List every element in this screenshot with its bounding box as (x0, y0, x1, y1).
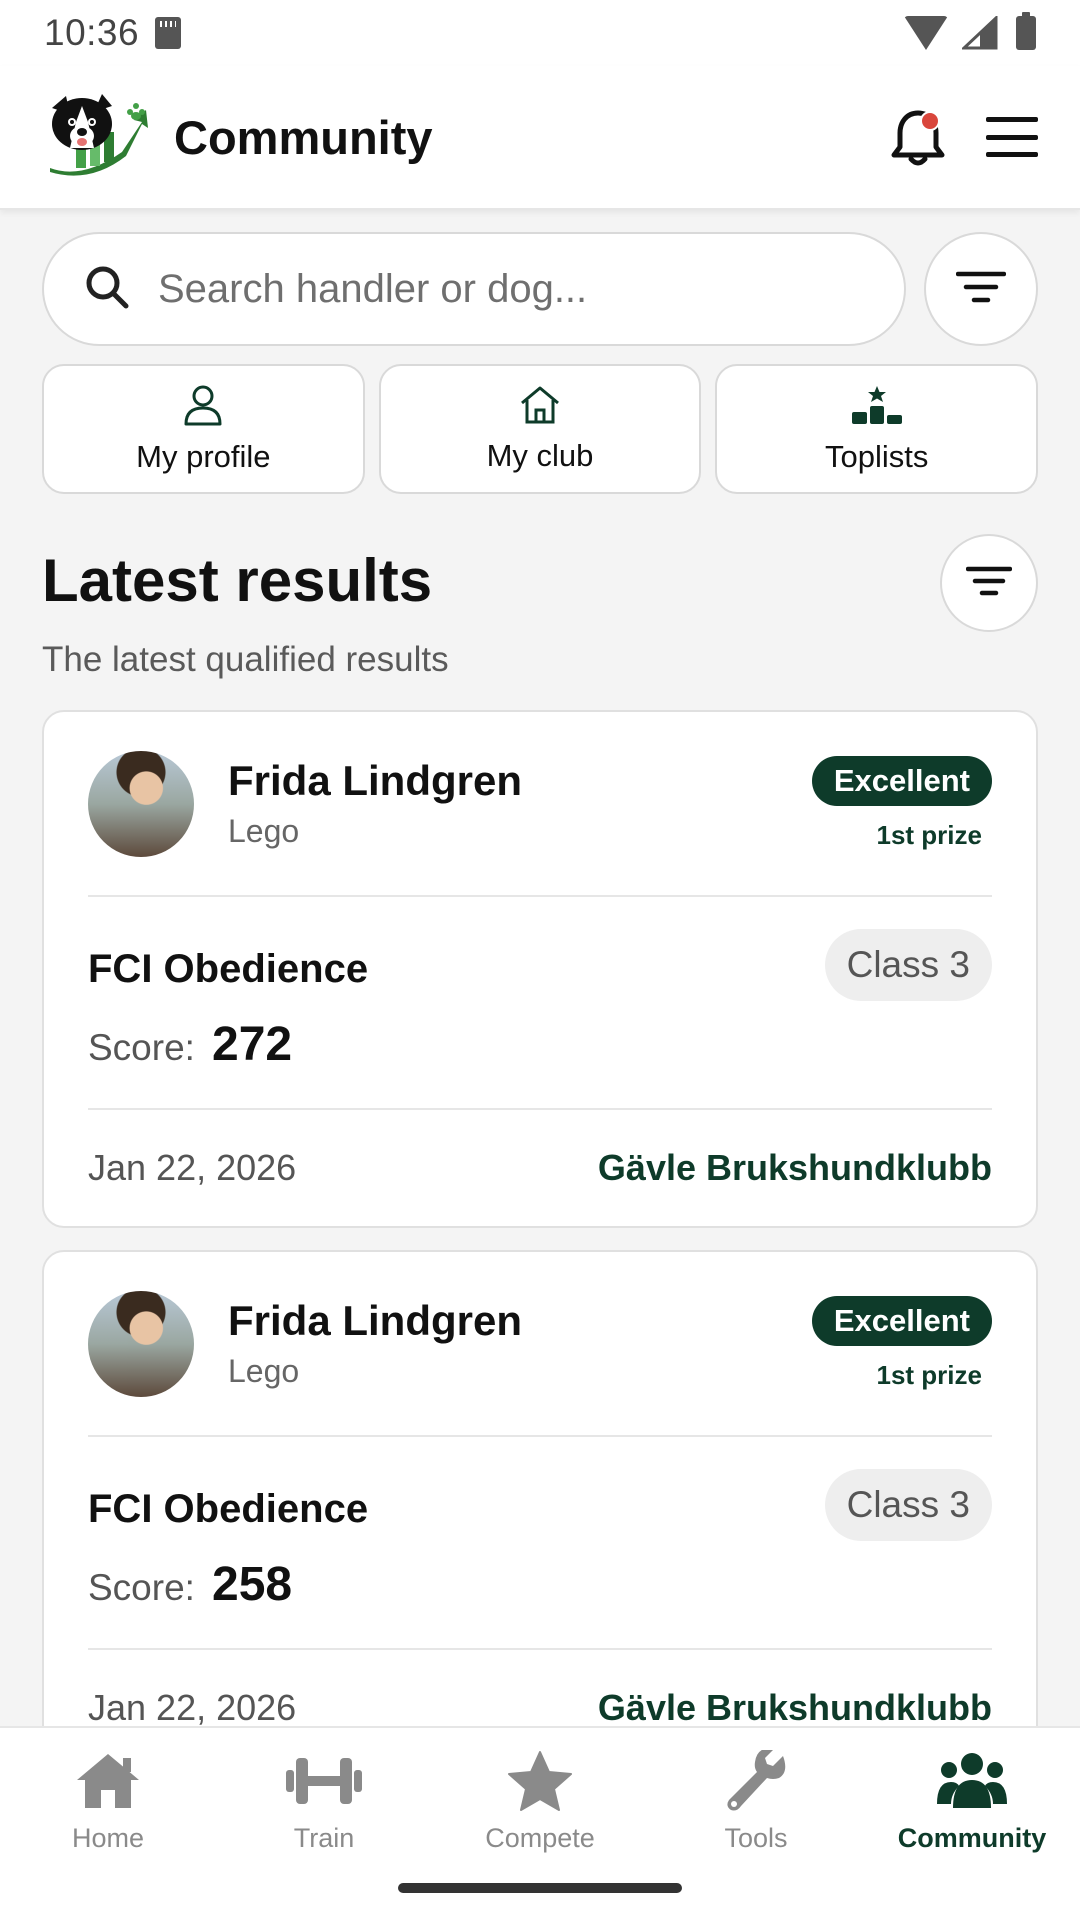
nav-label: Home (71, 1823, 145, 1853)
nav-label: Tools (724, 1823, 788, 1853)
filter-icon (955, 270, 1007, 309)
score-value: 258 (212, 1558, 293, 1611)
prize-label: 1st prize (876, 1360, 983, 1390)
search-filter-button[interactable] (924, 232, 1038, 346)
person-icon (183, 384, 223, 431)
battery-icon (1016, 12, 1036, 50)
result-date: Jan 22, 2026 (88, 1147, 297, 1188)
home-icon (73, 1750, 143, 1817)
club-link[interactable]: Gävle Brukshundklubb (598, 1147, 992, 1189)
result-card[interactable]: Frida Lindgren Lego Excellent 1st prize … (42, 1250, 1038, 1750)
club-link[interactable]: Gävle Brukshundklubb (598, 1687, 992, 1729)
handler-info: Frida Lindgren Lego (228, 1297, 522, 1390)
result-badge-block: Excellent 1st prize (811, 756, 992, 851)
hamburger-menu-icon[interactable] (986, 117, 1038, 157)
nav-label: Compete (485, 1823, 595, 1853)
nav-label: Community (897, 1823, 1047, 1853)
result-date: Jan 22, 2026 (88, 1687, 297, 1728)
handler-name: Frida Lindgren (228, 1297, 522, 1344)
dumbbell-icon (284, 1750, 364, 1817)
handler-name: Frida Lindgren (228, 757, 522, 804)
class-pill: Class 3 (824, 1469, 992, 1541)
class-pill: Class 3 (824, 929, 992, 1001)
results-filter-button[interactable] (940, 534, 1038, 632)
nav-item-home[interactable]: Home (0, 1728, 216, 1920)
tile-label: My club (486, 437, 594, 473)
status-badge: Excellent (811, 1296, 992, 1346)
nav-item-community[interactable]: Community (864, 1728, 1080, 1920)
wrench-icon (721, 1747, 791, 1817)
score-label: Score: (88, 1027, 195, 1068)
result-badge-block: Excellent 1st prize (811, 1296, 992, 1391)
search-icon (84, 264, 130, 315)
result-details: FCI Obedience Class 3 Score: 272 (88, 897, 992, 1110)
score-label: Score: (88, 1567, 195, 1608)
page-title: Community (174, 110, 433, 164)
dog-name: Lego (228, 1353, 300, 1389)
section-subtitle: The latest qualified results (42, 640, 449, 679)
search-input[interactable]: Search handler or dog... (42, 232, 906, 346)
my-club-tile[interactable]: My club (378, 364, 702, 494)
event-name: FCI Obedience (88, 947, 369, 991)
nav-label: Train (293, 1823, 355, 1853)
avatar (88, 1290, 194, 1397)
signal-icon (962, 16, 998, 50)
tile-label: My profile (136, 438, 271, 474)
result-card[interactable]: Frida Lindgren Lego Excellent 1st prize … (42, 710, 1038, 1228)
status-bar: 10:36 (0, 0, 1080, 66)
notification-bell-icon[interactable] (890, 107, 946, 167)
result-details: FCI Obedience Class 3 Score: 258 (88, 1437, 992, 1650)
prize-label: 1st prize (876, 820, 983, 850)
filter-icon (965, 565, 1013, 602)
handler-info: Frida Lindgren Lego (228, 757, 522, 850)
community-logo (42, 92, 150, 182)
toplists-tile[interactable]: Toplists (715, 364, 1039, 494)
status-icons (904, 12, 1036, 50)
result-card-header: Frida Lindgren Lego Excellent 1st prize (88, 712, 992, 897)
score-value: 272 (212, 1018, 293, 1071)
star-icon (505, 1750, 575, 1817)
podium-icon (850, 384, 904, 431)
tile-label: Toplists (824, 438, 929, 474)
event-name: FCI Obedience (88, 1487, 369, 1531)
search-placeholder: Search handler or dog... (158, 266, 588, 311)
my-profile-tile[interactable]: My profile (42, 364, 365, 494)
result-card-header: Frida Lindgren Lego Excellent 1st prize (88, 1252, 992, 1437)
header-actions (890, 107, 1038, 167)
avatar (88, 750, 194, 857)
home-indicator[interactable] (398, 1883, 682, 1893)
sd-card-icon (155, 17, 182, 49)
home-outline-icon (519, 385, 561, 430)
result-footer: Jan 22, 2026 Gävle Brukshundklubb (88, 1110, 992, 1226)
people-icon (935, 1750, 1009, 1817)
dog-name: Lego (228, 813, 300, 849)
search-row: Search handler or dog... (42, 232, 1038, 346)
app-header: Community (0, 66, 1080, 210)
status-badge: Excellent (811, 756, 992, 806)
section-title: Latest results (42, 547, 433, 614)
wifi-icon (904, 16, 948, 50)
status-time: 10:36 (44, 12, 140, 53)
quick-links: My profile My club Toplists (42, 364, 1039, 494)
notification-dot (920, 111, 940, 131)
